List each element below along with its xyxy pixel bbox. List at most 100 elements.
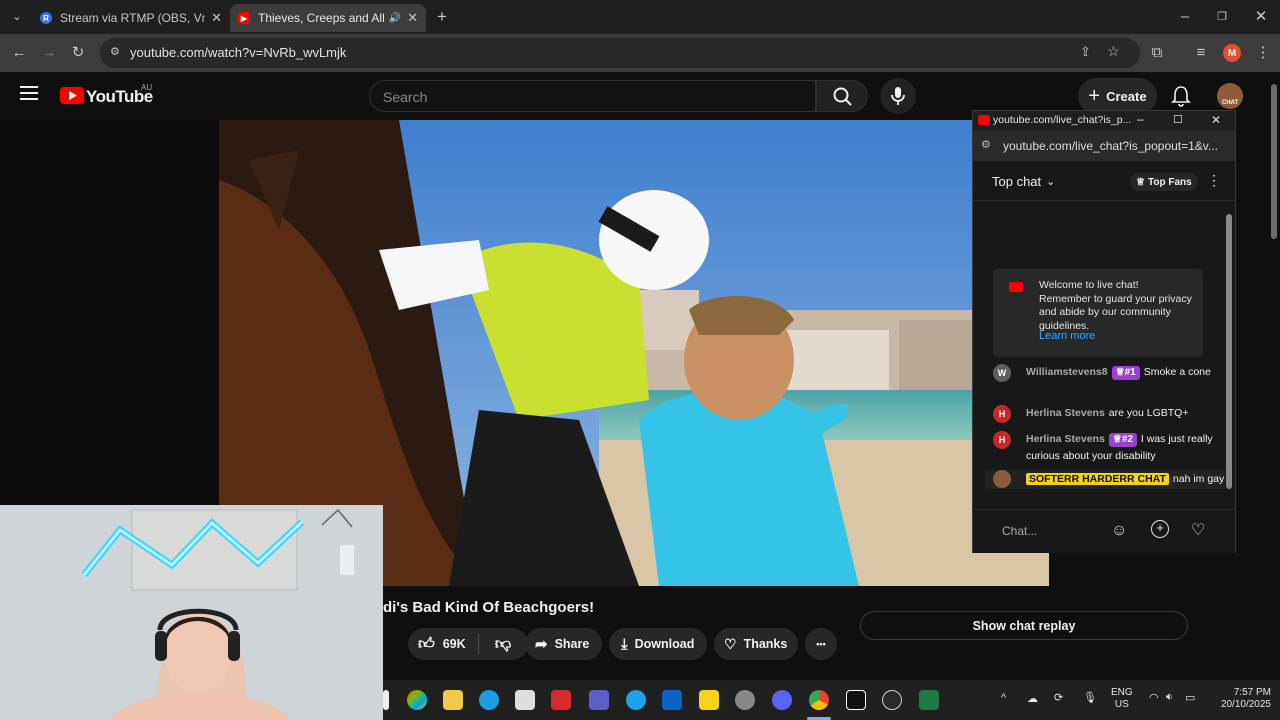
start-icon[interactable] (383, 690, 389, 710)
avatar[interactable]: H (993, 431, 1011, 449)
top-chat-dropdown[interactable]: Top chat ⌄ (992, 174, 1055, 189)
close-tab-icon[interactable]: ✕ (211, 10, 222, 26)
close-tab-icon[interactable]: ✕ (407, 10, 418, 26)
popout-maximize-icon[interactable]: ☐ (1173, 113, 1183, 126)
install-app-icon[interactable]: ⇪ (1080, 44, 1091, 60)
voice-search-button[interactable] (880, 78, 916, 114)
search-placeholder: Search (383, 89, 428, 105)
tab-search-chevron-icon[interactable]: ⌄ (6, 6, 28, 28)
chrome-icon[interactable] (809, 690, 829, 710)
top-fans-button[interactable]: ♕ Top Fans (1130, 173, 1198, 191)
new-tab-icon[interactable]: + (431, 6, 453, 28)
browser-tab-bar: ⌄ R Stream via RTMP (OBS, Vmix, Ze ✕ ▶ T… (0, 0, 1280, 34)
popout-url-bar[interactable]: ⚙ youtube.com/live_chat?is_popout=1&v... (973, 131, 1235, 161)
popout-title-bar: youtube.com/live_chat?is_p... – ☐ ✕ (973, 111, 1235, 131)
show-hidden-icons-chevron-icon[interactable]: ^ (1001, 692, 1006, 704)
battery-icon[interactable]: ▭ (1185, 691, 1195, 704)
youtube-logo-icon[interactable] (60, 87, 84, 104)
video-title: di's Bad Kind Of Beachgoers! (383, 599, 595, 616)
bookmark-star-icon[interactable]: ☆ (1107, 43, 1120, 60)
edge-icon[interactable] (479, 690, 499, 710)
emoji-icon[interactable]: ☺ (1111, 522, 1127, 540)
chat-author[interactable]: Herlina Stevens (1026, 433, 1105, 445)
reload-icon[interactable]: ↻ (67, 42, 89, 64)
sticky-notes-icon[interactable] (699, 690, 719, 710)
discord-icon[interactable] (772, 690, 792, 710)
youtube-favicon-icon (978, 115, 990, 125)
windows-taskbar: ^ ☁ ⟳ 🎙︎ ENG US ◠ 🔉︎ ▭ 7:57 PM 20/10/202… (383, 680, 1280, 720)
store-icon[interactable] (515, 690, 535, 710)
popout-minimize-icon[interactable]: – (1137, 112, 1144, 126)
show-chat-replay-button[interactable]: Show chat replay (860, 611, 1188, 640)
more-actions-button[interactable]: ••• (805, 628, 837, 660)
avatar[interactable]: H (993, 405, 1011, 423)
notion-icon[interactable] (846, 690, 866, 710)
search-button[interactable] (816, 80, 868, 112)
live-chat-popout-window: youtube.com/live_chat?is_p... – ☐ ✕ ⚙ yo… (972, 110, 1236, 553)
dislike-button[interactable]: 👎︎ (479, 628, 527, 660)
clock[interactable]: 7:57 PM 20/10/2025 (1209, 687, 1271, 711)
channel-avatar[interactable]: CHAT (1217, 83, 1243, 109)
chat-scrollbar[interactable] (1226, 206, 1232, 506)
settings-gear-icon[interactable] (735, 690, 755, 710)
keyboard-layout: US (1114, 699, 1129, 710)
search-input[interactable]: Search (369, 80, 816, 112)
create-label: Create (1106, 88, 1147, 104)
language-indicator[interactable]: ENG US (1111, 687, 1133, 711)
teams-icon[interactable] (589, 690, 609, 710)
close-window-icon[interactable]: ✕ (1250, 6, 1272, 28)
chat-menu-icon[interactable]: ⋮ (1207, 172, 1221, 189)
forward-icon[interactable]: → (38, 42, 60, 64)
chat-author[interactable]: Williamstevens8 (1026, 366, 1108, 378)
app-shield-icon[interactable] (551, 690, 571, 710)
chat-input[interactable]: Chat... (987, 518, 1107, 544)
volume-icon[interactable]: 🔉︎ (1166, 691, 1173, 704)
obs-icon[interactable] (882, 690, 902, 710)
chat-author-owner[interactable]: SOFTERR HARDERR CHAT (1026, 473, 1169, 485)
file-explorer-icon[interactable] (443, 690, 463, 710)
download-button[interactable]: ⤓ Download (609, 628, 707, 660)
tray-cloud-icon[interactable]: ☁ (1027, 692, 1038, 705)
chat-message-highlighted[interactable]: SOFTERR HARDERR CHAT nah im gay (985, 470, 1225, 489)
maximize-window-icon[interactable]: ❐ (1211, 6, 1233, 28)
tray-sync-icon[interactable]: ⟳ (1054, 691, 1063, 704)
site-info-icon[interactable]: ⚙ (110, 45, 120, 58)
browser-globe-icon[interactable] (626, 690, 646, 710)
speaker-icon[interactable]: 🔊 (389, 13, 401, 24)
media-controls-icon[interactable]: ≡ (1190, 42, 1212, 64)
minimize-window-icon[interactable]: – (1174, 6, 1196, 28)
learn-more-link[interactable]: Learn more (1039, 330, 1095, 344)
chat-input-row: Chat... ☺ + ♡ (973, 509, 1235, 553)
share-button[interactable]: ➦ Share (525, 628, 602, 660)
excel-icon[interactable] (919, 690, 939, 710)
copilot-icon[interactable] (407, 690, 427, 710)
avatar[interactable] (993, 470, 1011, 488)
address-bar[interactable]: ⚙ youtube.com/watch?v=NvRb_wvLmjk ⇪ ☆ (100, 38, 1140, 68)
site-info-icon[interactable]: ⚙ (981, 138, 991, 151)
outlook-icon[interactable] (662, 690, 682, 710)
extensions-icon[interactable]: ⧉ (1146, 42, 1168, 64)
page-scrollbar[interactable] (1270, 76, 1278, 680)
back-icon[interactable]: ← (8, 42, 30, 64)
tab-youtube-video[interactable]: ▶ Thieves, Creeps and All In B 🔊 ✕ (230, 4, 426, 32)
like-button[interactable]: 👍︎ 69K (408, 628, 478, 660)
thanks-heart-icon: ♡ (724, 635, 737, 652)
profile-avatar[interactable]: M (1223, 44, 1241, 62)
add-plus-icon[interactable]: + (1151, 520, 1169, 538)
avatar[interactable]: W (993, 364, 1011, 382)
create-button[interactable]: + Create (1078, 78, 1157, 114)
tab-stream-rtmp[interactable]: R Stream via RTMP (OBS, Vmix, Ze ✕ (32, 4, 230, 32)
browser-menu-icon[interactable]: ⋮ (1252, 42, 1274, 64)
tray-microphone-icon[interactable]: 🎙︎ (1083, 691, 1097, 704)
wifi-icon[interactable]: ◠ (1149, 691, 1159, 704)
hamburger-menu-icon[interactable] (20, 86, 38, 100)
crown-icon: ♕ (1136, 176, 1145, 188)
popout-close-icon[interactable]: ✕ (1211, 113, 1221, 127)
notifications-bell-icon[interactable] (1171, 85, 1191, 107)
chat-message[interactable]: H Herlina Stevens ♕#2 I was just really cu… (989, 431, 1219, 465)
thanks-button[interactable]: ♡ Thanks (714, 628, 798, 660)
chat-message[interactable]: W Williamstevens8 ♕#1 Smoke a cone (989, 364, 1219, 382)
heart-icon[interactable]: ♡ (1191, 520, 1205, 540)
chat-author[interactable]: Herlina Stevens (1026, 407, 1105, 419)
chat-message[interactable]: H Herlina Stevens are you LGBTQ+ (989, 405, 1219, 423)
